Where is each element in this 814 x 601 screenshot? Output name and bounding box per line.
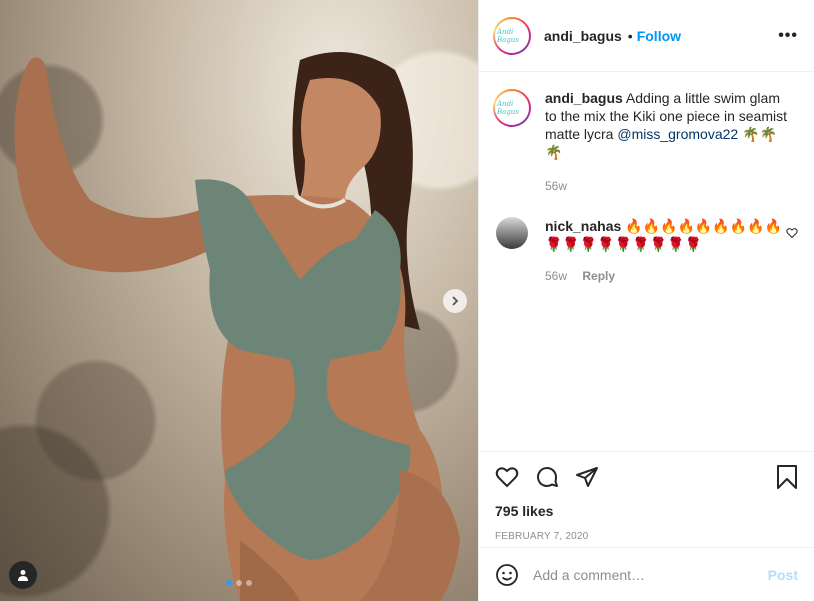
save-button[interactable] — [776, 465, 798, 489]
comment-age[interactable]: 56w — [545, 269, 567, 283]
post-actions: 795 likes FEBRUARY 7, 2020 — [479, 451, 814, 547]
like-button[interactable] — [495, 465, 519, 489]
avatar-logo: Andi Bagus — [495, 91, 529, 125]
bookmark-icon — [777, 465, 797, 489]
comment-button[interactable] — [535, 465, 559, 489]
post-comment-button[interactable]: Post — [768, 567, 798, 583]
like-count[interactable]: 795 likes — [495, 503, 798, 519]
caption-author[interactable]: andi_bagus — [545, 90, 623, 106]
follow-button[interactable]: Follow — [637, 28, 681, 44]
carousel-dot — [226, 580, 232, 586]
share-button[interactable] — [575, 465, 599, 489]
caption-author-avatar[interactable]: Andi Bagus — [493, 89, 531, 127]
comment-icon — [537, 467, 558, 487]
reply-button[interactable]: Reply — [582, 269, 615, 283]
separator-dot: • — [627, 27, 633, 44]
user-icon — [18, 570, 28, 581]
avatar-logo: Andi Bagus — [495, 18, 529, 53]
like-comment-icon[interactable] — [786, 227, 798, 239]
comment-author[interactable]: nick_nahas — [545, 218, 621, 234]
caption-mention[interactable]: @miss_gromova22 — [617, 126, 738, 142]
comment-input[interactable]: Add a comment… — [533, 567, 768, 583]
emoji-icon[interactable] — [495, 563, 519, 587]
post-side-panel: Andi Bagus andi_bagus • Follow ••• Andi … — [478, 0, 814, 601]
author-username[interactable]: andi_bagus — [544, 28, 622, 44]
carousel-dot — [236, 580, 242, 586]
caption-age[interactable]: 56w — [545, 179, 567, 193]
paper-plane-icon — [576, 467, 598, 487]
post-photo[interactable] — [0, 0, 478, 601]
photo-subject — [14, 52, 460, 601]
tagged-users-button[interactable] — [9, 561, 37, 589]
post-header: Andi Bagus andi_bagus • Follow ••• — [479, 0, 814, 72]
commenter-avatar[interactable] — [496, 217, 528, 249]
caption: Andi Bagus andi_bagus Adding a little sw… — [493, 89, 798, 195]
heart-icon — [495, 467, 519, 488]
comment-composer: Add a comment… Post — [479, 547, 814, 601]
next-slide-button[interactable] — [443, 289, 467, 313]
comments-section: Andi Bagus andi_bagus Adding a little sw… — [479, 73, 814, 451]
carousel-indicator — [226, 580, 252, 586]
chevron-right-icon — [452, 296, 459, 306]
more-options-icon[interactable]: ••• — [778, 27, 798, 45]
carousel-dot — [246, 580, 252, 586]
author-avatar[interactable]: Andi Bagus — [493, 16, 531, 55]
comment-item: nick_nahas 🔥🔥🔥🔥🔥🔥🔥🔥🔥🌹🌹🌹🌹🌹🌹🌹🌹🌹 56w Reply — [493, 217, 798, 285]
post-date[interactable]: FEBRUARY 7, 2020 — [495, 531, 798, 542]
